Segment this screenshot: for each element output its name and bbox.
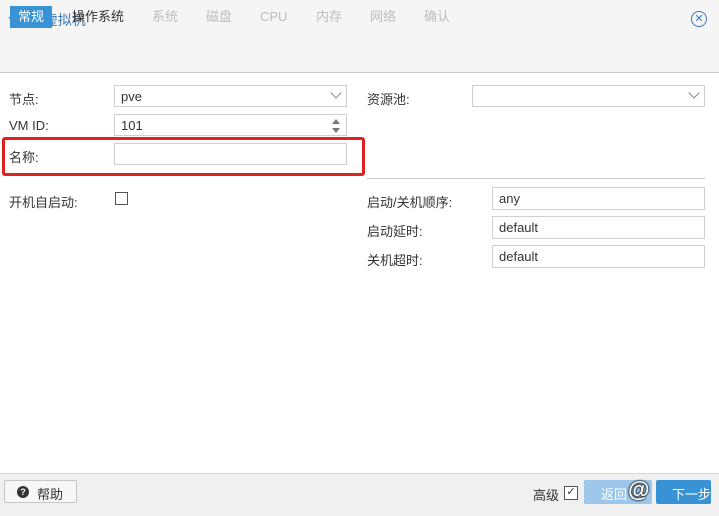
next-label: 下一步	[672, 487, 712, 502]
watermark: @	[628, 477, 650, 502]
tab-memory: 内存	[316, 9, 343, 24]
close-icon[interactable]: ✕	[691, 11, 707, 27]
start-at-boot-label: 开机自启动:	[9, 195, 78, 210]
tab-system: 系统	[152, 9, 179, 24]
startup-delay-label: 启动延时:	[367, 224, 423, 239]
advanced-checkbox[interactable]: ✓	[564, 486, 578, 500]
help-button[interactable]: ? 帮助	[4, 480, 77, 503]
resource-pool-label: 资源池:	[367, 92, 410, 107]
highlight-box	[2, 137, 365, 176]
startup-delay-input[interactable]: default	[492, 216, 705, 239]
tab-network: 网络	[370, 9, 397, 24]
shutdown-timeout-input[interactable]: default	[492, 245, 705, 268]
help-label: 帮助	[37, 487, 64, 502]
shutdown-timeout-value: default	[499, 249, 539, 264]
spin-down-icon[interactable]	[332, 128, 340, 133]
chevron-down-icon	[330, 87, 342, 99]
shutdown-timeout-label: 关机超时:	[367, 253, 423, 268]
node-select[interactable]: pve	[114, 85, 347, 107]
spin-up-icon[interactable]	[332, 119, 340, 124]
vmid-spinner[interactable]: 101	[114, 114, 347, 136]
start-at-boot-checkbox[interactable]	[115, 192, 128, 205]
tab-os[interactable]: 操作系统	[64, 6, 132, 28]
chevron-down-icon	[688, 87, 700, 99]
startup-order-input[interactable]: any	[492, 187, 705, 210]
vmid-value: 101	[121, 118, 143, 133]
node-label: 节点:	[9, 92, 39, 107]
startup-delay-value: default	[499, 220, 539, 235]
tab-disk: 磁盘	[206, 9, 233, 24]
startup-order-label: 启动/关机顺序:	[367, 195, 453, 210]
tab-confirm: 确认	[424, 9, 451, 24]
vmid-label: VM ID:	[9, 118, 49, 133]
tab-bar	[0, 38, 719, 73]
node-value: pve	[121, 89, 142, 104]
resource-pool-select[interactable]	[472, 85, 705, 107]
startup-order-value: any	[499, 191, 520, 206]
next-button[interactable]: 下一步	[656, 480, 711, 504]
question-icon: ?	[17, 486, 29, 498]
tab-general[interactable]: 常规	[10, 6, 53, 28]
advanced-label: 高级	[533, 488, 560, 503]
tab-cpu: CPU	[260, 9, 288, 24]
back-label: 返回	[601, 487, 628, 502]
divider	[367, 178, 705, 179]
